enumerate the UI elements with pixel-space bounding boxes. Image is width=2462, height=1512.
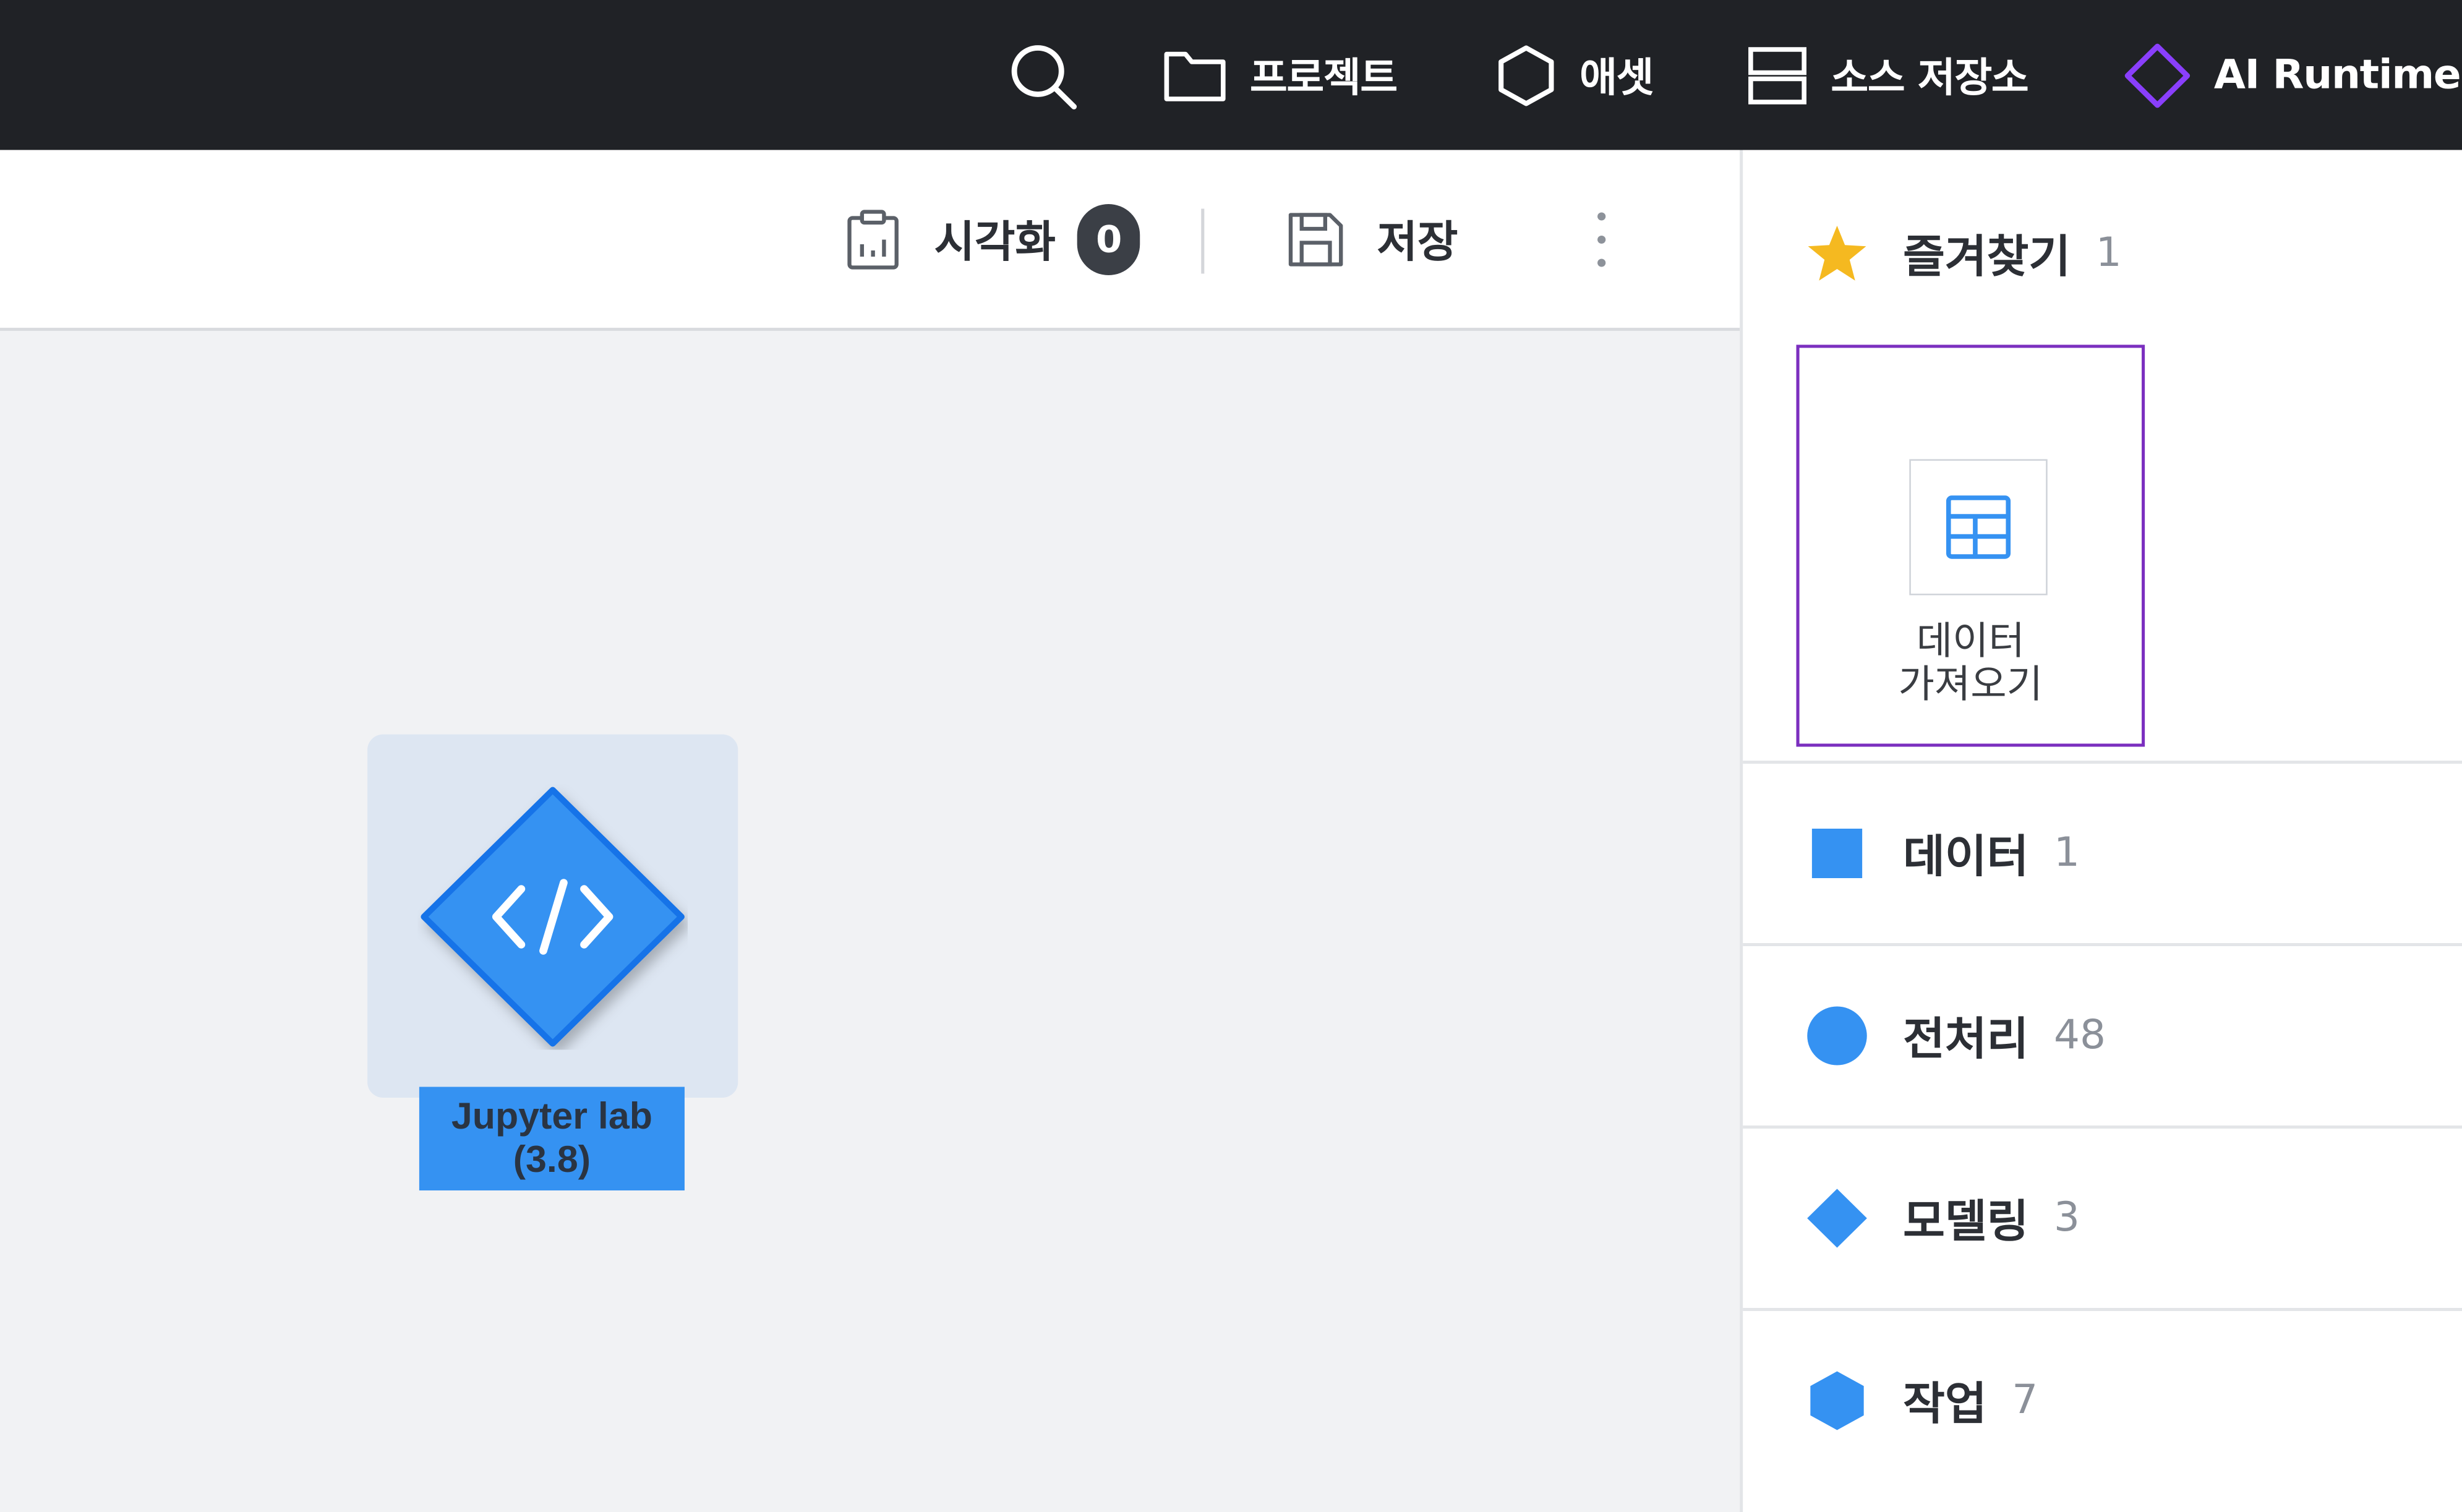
favorite-item-label: 데이터 가져오기 (1800, 618, 2142, 707)
clipboard-chart-icon (847, 209, 899, 269)
search-button[interactable] (1005, 0, 1080, 150)
top-navigation-bar: 프로젝트 애셋 소스 저장소 AI Runtime (0, 0, 2462, 150)
jupyter-lab-node-label: Jupyter lab (3.8) (419, 1087, 685, 1190)
favorite-item-label-line2: 가져오기 (1898, 662, 2043, 707)
workflow-canvas[interactable]: Jupyter lab (3.8) (0, 331, 1740, 1512)
diamond-icon (2124, 43, 2191, 108)
editor-toolbar: 시각화 0 저장 (0, 150, 1740, 331)
nav-asset[interactable]: 애셋 (1495, 0, 1654, 150)
table-icon (1946, 495, 2011, 559)
section-job-count: 7 (2012, 1377, 2038, 1424)
section-data-count: 1 (2054, 830, 2080, 877)
section-modeling[interactable]: 모델링 3 (1743, 1125, 2462, 1308)
section-data-title: 데이터 (1903, 830, 2029, 883)
nav-runtime-label: AI Runtime (2213, 51, 2461, 98)
save-icon (1288, 212, 1343, 266)
component-palette: 즐겨찾기 1 데이터 가져오기 데이터 1 전처리 48 모델링 3 작업 7 (1740, 150, 2462, 1512)
save-button[interactable]: 저장 (1286, 150, 1458, 328)
search-icon (1011, 44, 1077, 109)
hexagon-shape-icon (1806, 1370, 1869, 1432)
save-label: 저장 (1377, 215, 1458, 267)
app-root: 프로젝트 애셋 소스 저장소 AI Runtime 시각화 0 저장 Jupyt… (0, 0, 2462, 1512)
nav-source-label: 소스 저장소 (1831, 56, 2028, 102)
toolbar-divider (1201, 208, 1205, 274)
folder-icon (1164, 51, 1226, 101)
nav-project-label: 프로젝트 (1249, 56, 1398, 102)
more-options-button[interactable] (1578, 206, 1625, 274)
square-icon (1806, 827, 1869, 880)
section-modeling-title: 모델링 (1903, 1195, 2029, 1248)
visualize-count-badge: 0 (1077, 203, 1140, 275)
section-job-title: 작업 (1903, 1377, 1987, 1430)
favorite-item-label-line1: 데이터 (1916, 618, 2025, 664)
section-job[interactable]: 작업 7 (1743, 1308, 2462, 1490)
nav-ai-runtime[interactable]: AI Runtime (2123, 0, 2461, 150)
favorites-count: 1 (2095, 230, 2122, 277)
section-preprocessing[interactable]: 전처리 48 (1743, 943, 2462, 1125)
favorites-header[interactable]: 즐겨찾기 1 (1806, 221, 2122, 286)
nav-source-repository[interactable]: 소스 저장소 (1746, 0, 2029, 150)
section-preprocessing-count: 48 (2054, 1012, 2106, 1059)
favorites-title: 즐겨찾기 (1903, 230, 2071, 283)
favorite-item-data-import[interactable]: 데이터 가져오기 (1796, 344, 2145, 747)
nav-asset-label: 애셋 (1579, 56, 1654, 102)
section-data[interactable]: 데이터 1 (1743, 761, 2462, 943)
favorite-item-icon-box (1909, 459, 2048, 596)
circle-icon (1806, 1005, 1869, 1067)
hexagon-icon (1498, 45, 1554, 106)
visualize-button[interactable]: 시각화 0 (843, 150, 1140, 328)
section-modeling-count: 3 (2054, 1195, 2080, 1242)
code-icon (421, 787, 685, 1047)
more-vertical-icon (1597, 212, 1606, 267)
section-preprocessing-title: 전처리 (1903, 1012, 2029, 1066)
node-name-line1: Jupyter lab (451, 1095, 652, 1137)
jupyter-lab-node[interactable] (367, 734, 738, 1098)
star-icon (1808, 226, 1866, 281)
visualize-label: 시각화 (934, 215, 1056, 267)
nav-project[interactable]: 프로젝트 (1162, 0, 1398, 150)
diamond-shape-icon (1806, 1186, 1869, 1251)
node-name-line2: (3.8) (513, 1138, 591, 1181)
storage-icon (1748, 46, 1807, 104)
